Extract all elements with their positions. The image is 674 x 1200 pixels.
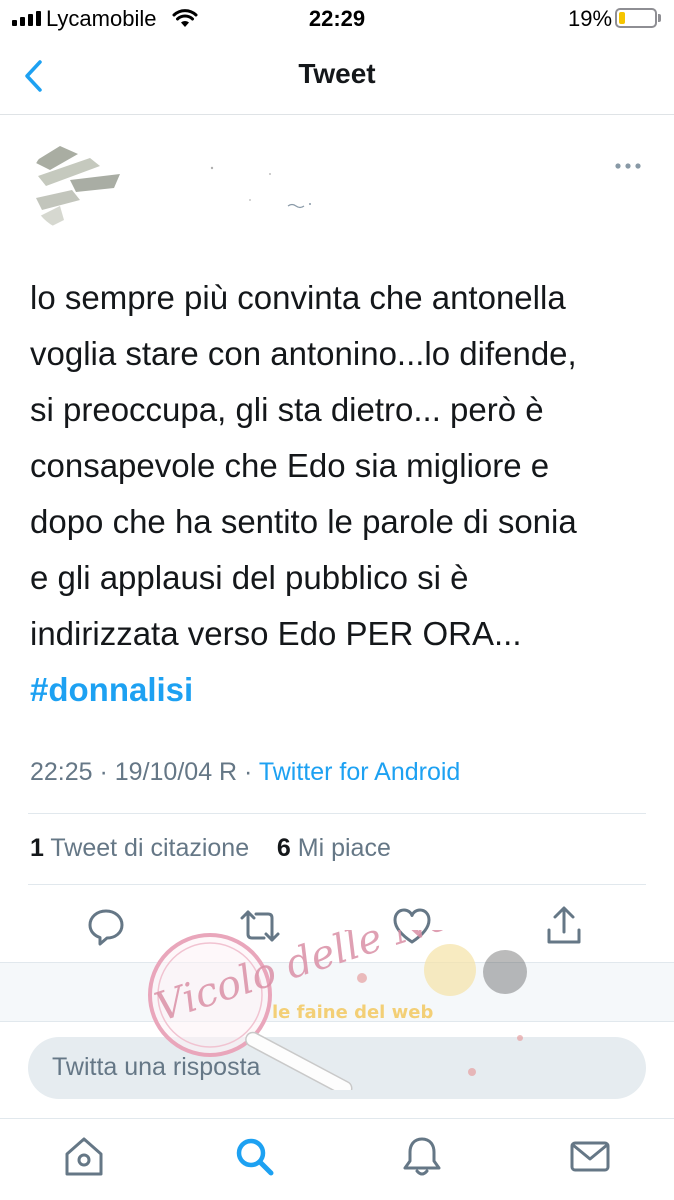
avatar[interactable] [30, 140, 122, 232]
share-icon[interactable] [542, 904, 586, 948]
messages-icon[interactable] [568, 1134, 612, 1178]
likes-label: Mi piace [290, 834, 391, 862]
reply-input[interactable]: Twitta una risposta [28, 1037, 646, 1099]
like-icon[interactable] [390, 904, 434, 948]
battery-icon [615, 8, 657, 28]
more-dots-icon[interactable] [612, 152, 644, 180]
likes-stat[interactable]: 6 Mi piace [277, 834, 391, 862]
author-name-obscured[interactable] [140, 160, 330, 213]
obscured-author-mark [210, 166, 311, 213]
avatar-image [30, 140, 122, 232]
divider [28, 884, 646, 885]
tweet-text-line: e gli applausi del pubblico si è [30, 559, 469, 596]
reply-placeholder: Twitta una risposta [52, 1053, 261, 1081]
retweet-icon[interactable] [238, 904, 282, 948]
notifications-icon[interactable] [400, 1134, 444, 1178]
status-bar: Lycamobile 22:29 19% [0, 0, 674, 40]
likes-count: 6 [276, 834, 291, 862]
battery-nub [658, 14, 661, 22]
quote-label: Tweet di citazione [43, 834, 250, 862]
divider [28, 813, 646, 814]
battery-level [619, 12, 626, 24]
tweet-text-line: voglia stare con antonino...lo difende, [30, 335, 577, 372]
tweet-text-line: indirizzata verso Edo PER ORA... [30, 615, 522, 652]
tweet-text: lo sempre più convinta che antonella vog… [30, 270, 650, 718]
home-icon[interactable] [62, 1134, 106, 1178]
hashtag-link[interactable]: #donnalisi [30, 662, 650, 718]
tweet-text-line: si preoccupa, gli sta dietro... però è [30, 391, 544, 428]
quote-count: 1 [30, 834, 44, 862]
tweet-source-link[interactable]: Twitter for Android [259, 758, 460, 786]
tweet-timestamp: 22:25 · 19/10/04 R · [30, 758, 259, 786]
tweet-text-line: dopo che ha sentito le parole di sonia [30, 503, 577, 540]
reply-icon[interactable] [84, 904, 128, 948]
section-separator [0, 962, 674, 1022]
tweet-stats: 1 Tweet di citazione 6 Mi piace [30, 834, 391, 863]
tweet-meta: 22:25 · 19/10/04 R · Twitter for Android [30, 758, 460, 787]
nav-divider [0, 114, 674, 115]
battery-percent: 19% [568, 6, 613, 31]
quote-tweets-stat[interactable]: 1 Tweet di citazione [30, 834, 249, 862]
search-icon[interactable] [232, 1134, 276, 1178]
tab-bar-divider [0, 1118, 674, 1119]
tweet-text-line: lo sempre più convinta che antonella [30, 279, 566, 316]
page-title: Tweet [298, 58, 376, 89]
tweet-text-line: consapevole che Edo sia migliore e [30, 447, 550, 484]
